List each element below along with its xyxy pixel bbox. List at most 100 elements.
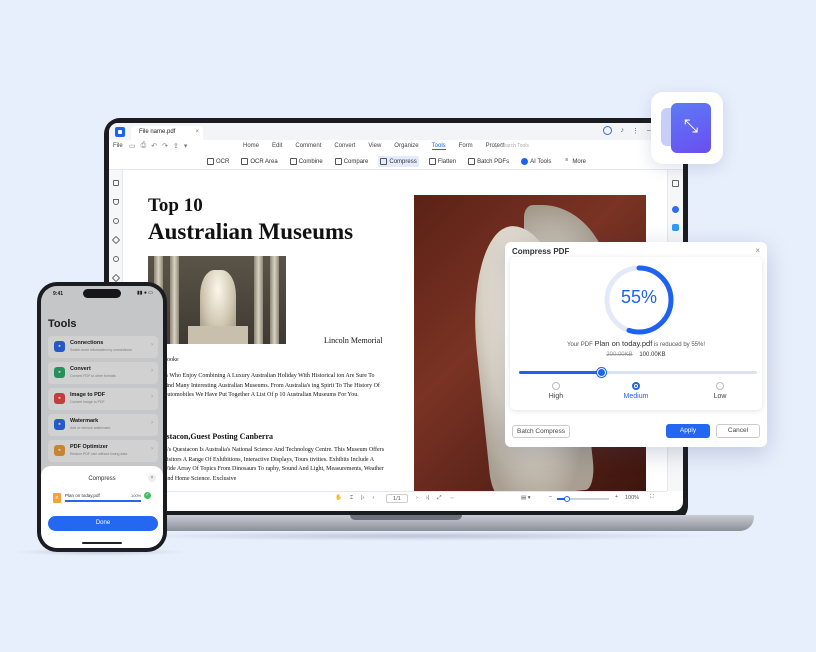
lincoln-memorial-image [148,256,286,344]
prev-page-icon[interactable]: ‹ [372,495,374,502]
tool-label: Compress [389,158,417,165]
dialog-title: Compress PDF [512,247,570,256]
menu-form[interactable]: Form [459,143,473,150]
radio-button[interactable] [632,382,640,390]
compression-option-low[interactable]: Low [690,382,750,400]
cancel-button[interactable]: Cancel [716,424,760,438]
undo-icon[interactable]: ↶ [151,142,157,150]
document-tab-label: File name.pdf [139,129,176,135]
next-page-icon[interactable]: › [416,495,418,502]
laptop-notch [350,515,462,520]
home-indicator [82,542,122,544]
page-number-field[interactable]: 1/1 [386,494,408,503]
first-page-icon[interactable]: |‹ [361,495,364,502]
apply-button[interactable]: Apply [666,424,710,438]
zoom-slider-handle[interactable] [564,496,571,502]
search-tools-placeholder: Search Tools [500,143,529,149]
close-tab-icon[interactable]: × [195,129,199,135]
print-icon[interactable]: ⎙ [141,142,147,150]
tool-combine[interactable]: Combine [288,156,325,167]
notification-bell-icon[interactable]: ♪ [620,127,624,134]
tool-label: Flatten [437,158,457,165]
tool-batch-pdfs[interactable]: Batch PDFs [466,156,511,167]
menu-convert[interactable]: Convert [334,143,355,150]
sheet-close-icon[interactable]: × [148,474,156,482]
comment-icon[interactable] [113,218,119,224]
compression-option-high[interactable]: High [526,382,586,400]
tool-label: Batch PDFs [477,158,510,165]
app-logo-icon [115,127,125,137]
bookmark-icon[interactable] [113,199,119,205]
tool-label: AI Tools [530,158,552,165]
batch-compress-button[interactable]: Batch Compress [512,425,571,438]
tool-ocr-area[interactable]: OCR Area [239,156,279,167]
file-menu[interactable]: File [113,143,123,149]
fit-width-icon[interactable]: ⇔ [450,495,456,502]
title-bar: File name.pdf × ♪ ⋮ – □ ✕ [109,123,683,140]
menu-organize[interactable]: Organize [394,143,418,150]
zoom-out-icon[interactable]: – [549,494,552,500]
image-caption: Lincoln Memorial [324,336,383,345]
fullscreen-icon[interactable]: ⛶ [650,494,654,501]
compress-icon [380,158,388,165]
save-icon[interactable]: ▭ [129,142,136,150]
dialog-close-icon[interactable]: × [755,246,760,255]
more-icon: ≡ [565,157,569,163]
last-page-icon[interactable]: ›| [426,495,429,502]
zoom-in-icon[interactable]: + [615,494,618,500]
layers-icon[interactable] [111,273,121,283]
view-mode-icon[interactable]: ▤ ▾ [521,495,531,501]
thumbnails-icon[interactable] [113,180,119,186]
properties-icon[interactable] [672,180,679,187]
ocr-area-icon [241,158,249,165]
reduced-file-name: Plan on today.pdf [594,339,653,348]
ai-assistant-icon[interactable] [672,206,679,213]
tool-flatten[interactable]: Flatten [427,156,458,167]
main-menu: Home Edit Comment Convert View Organize Tools F… [243,143,505,150]
menu-view[interactable]: View [368,143,381,150]
dropdown-icon[interactable]: ▾ [184,142,188,150]
select-tool-icon[interactable]: ⌶ [350,495,353,502]
tool-compare[interactable]: Compare [333,156,371,167]
menu-edit[interactable]: Edit [272,143,282,150]
menu-tools[interactable]: Tools [431,143,446,150]
radio-button[interactable] [552,382,560,390]
zoom-slider[interactable] [557,496,609,502]
compress-sheet: Compress × ≡ Plan on today.pdf 100% ✓ Do… [41,466,163,548]
document-tab[interactable]: File name.pdf × [131,126,203,140]
account-icon[interactable] [603,126,613,135]
compression-option-medium[interactable]: Medium [606,382,666,400]
tool-more[interactable]: ≡ More [561,156,588,167]
intro-paragraph: es Who Enjoy Combining A Luxury Australi… [163,373,380,398]
fit-page-icon[interactable]: ⤢ [437,495,441,502]
done-button[interactable]: Done [48,516,158,531]
compression-slider[interactable] [519,368,757,377]
menu-comment[interactable]: Comment [295,143,321,150]
tool-ai-tools[interactable]: AI Tools [519,156,553,167]
more-vertical-icon[interactable]: ⋮ [632,127,639,135]
share-icon[interactable]: ⇪ [173,142,179,150]
combine-icon [289,158,297,165]
flatten-icon [428,158,436,165]
menu-home[interactable]: Home [243,143,259,150]
reduction-prefix: Your PDF [567,342,595,348]
search-tools-input[interactable]: ⚲ Search Tools [495,143,529,149]
attachment-icon[interactable] [111,235,121,245]
option-label: Medium [623,393,649,400]
tool-ocr[interactable]: OCR [205,156,231,167]
tool-label: OCR [216,158,230,165]
compress-app-badge: ⤡ [651,92,723,164]
ai-icon [521,158,529,165]
sheet-file-name: Plan on today.pdf [65,493,100,498]
search-icon[interactable] [113,256,119,262]
redo-icon[interactable]: ↷ [162,142,168,150]
compression-slider-handle[interactable] [597,368,607,377]
translate-icon[interactable] [672,224,679,231]
phone-screen: 9:41 ▮▮ ● ▭ Tools ▪ Connections Switch mor… [41,286,163,548]
hand-tool-icon[interactable]: ✋ [335,495,342,502]
tool-compress[interactable]: Compress [378,156,419,167]
tools-ribbon: OCR OCR Area Combine Compare Compress Flatten… [109,154,683,170]
compress-dialog: Compress PDF × 55% Your PDF Plan on toda… [505,242,767,447]
radio-button[interactable] [716,382,724,390]
zoom-level[interactable]: 100% [625,495,639,501]
